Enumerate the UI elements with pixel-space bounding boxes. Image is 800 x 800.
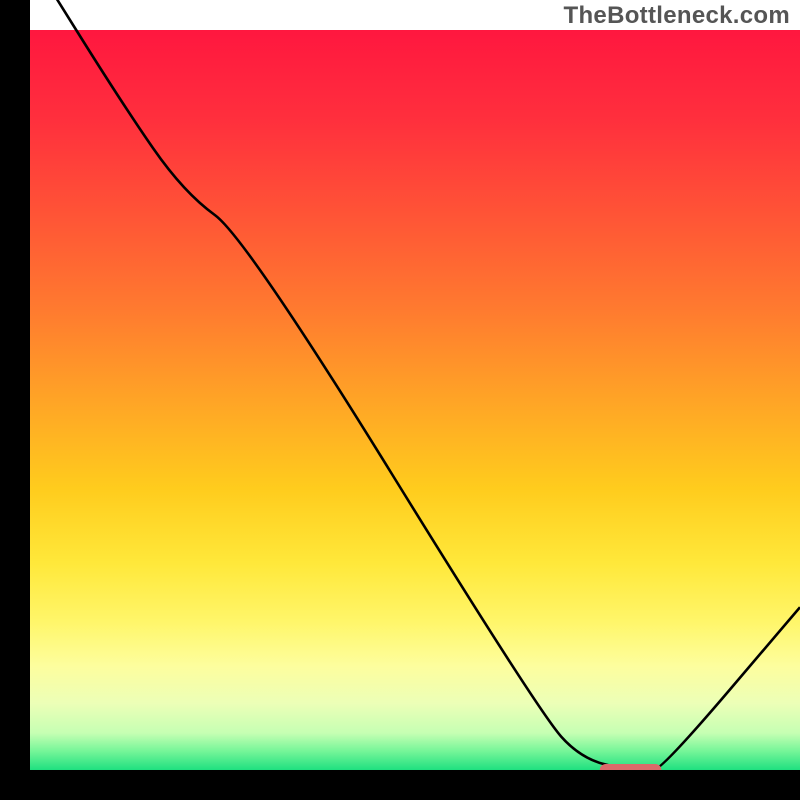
bottleneck-chart: [0, 0, 800, 800]
gradient-background: [30, 30, 800, 770]
axis-bottom: [0, 770, 800, 800]
watermark-text: TheBottleneck.com: [564, 2, 790, 30]
chart-container: TheBottleneck.com: [0, 0, 800, 800]
axis-left: [0, 0, 30, 800]
